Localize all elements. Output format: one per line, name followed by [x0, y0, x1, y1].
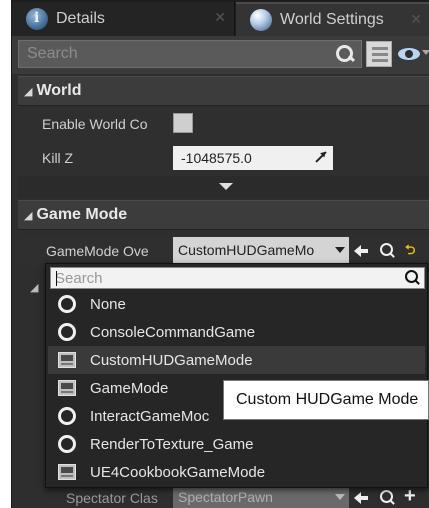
blueprint-icon	[58, 464, 76, 480]
collapse-arrow-icon: ◢	[24, 85, 33, 98]
blueprint-icon	[58, 380, 76, 396]
property-label: Kill Z	[42, 150, 74, 166]
category-game-mode[interactable]: ◢ Game Mode	[18, 200, 429, 230]
tab-details[interactable]: Details ✕	[12, 2, 235, 36]
search-icon[interactable]	[335, 44, 355, 64]
open-asset-icon[interactable]: ⮌	[405, 242, 423, 260]
search-icon[interactable]	[405, 270, 421, 286]
tooltip: Custom HUDGame Mode	[223, 380, 429, 420]
property-label: GameMode Ove	[46, 243, 149, 259]
option-label: ConsoleCommandGame	[90, 323, 256, 341]
expand-advanced-icon[interactable]	[219, 183, 233, 190]
drag-resize-icon[interactable]	[315, 151, 327, 163]
add-icon[interactable]: +	[404, 486, 422, 506]
world-globe-icon	[250, 9, 272, 31]
class-ring-icon	[58, 295, 76, 313]
search-box	[18, 40, 362, 68]
spectator-class-value: SpectatorPawn	[178, 489, 273, 505]
view-options-eye-icon[interactable]	[398, 48, 420, 60]
class-ring-icon	[58, 435, 76, 453]
tab-bar: Details ✕ World Settings ✕	[12, 0, 429, 36]
chevron-down-icon	[335, 247, 345, 253]
browse-search-icon[interactable]	[379, 242, 397, 260]
picker-option-rendertotexture[interactable]: RenderToTexture_Game	[48, 430, 425, 458]
details-info-icon	[26, 8, 48, 30]
picker-option-consolecommandgame[interactable]: ConsoleCommandGame	[48, 318, 425, 346]
tab-world-settings[interactable]: World Settings ✕	[236, 2, 429, 36]
picker-option-ue4cookbookgamemode[interactable]: UE4CookbookGameMode	[48, 458, 425, 486]
chevron-down-icon[interactable]	[422, 50, 429, 55]
option-label: None	[90, 295, 126, 313]
chevron-down-icon	[335, 494, 345, 500]
expand-arrow-icon[interactable]: ◢	[30, 281, 38, 294]
property-label: Enable World Co	[42, 116, 148, 132]
category-world-label: World	[36, 82, 82, 99]
option-label: GameMode	[90, 379, 169, 397]
tab-details-label: Details	[56, 10, 105, 27]
picker-search-box	[50, 267, 425, 289]
property-row-enable-world: Enable World Co	[18, 108, 429, 140]
picker-search-input[interactable]	[51, 268, 391, 288]
search-row	[12, 36, 429, 74]
search-input[interactable]	[19, 41, 319, 67]
spectator-class-combo[interactable]: SpectatorPawn	[173, 486, 349, 508]
class-ring-icon	[58, 407, 76, 425]
option-label: UE4CookbookGameMode	[90, 463, 266, 481]
enable-world-checkbox[interactable]	[173, 113, 193, 133]
close-icon[interactable]: ✕	[410, 11, 422, 28]
close-icon[interactable]: ✕	[214, 9, 226, 26]
category-world[interactable]: ◢ World	[18, 76, 429, 106]
picker-option-none[interactable]: None	[48, 290, 425, 318]
collapse-arrow-icon: ◢	[24, 209, 33, 222]
class-picker-dropdown: None ConsoleCommandGame CustomHUDGameMod…	[45, 263, 428, 488]
option-label: CustomHUDGameMode	[90, 351, 253, 369]
kill-z-field[interactable]: -1048575.0	[173, 146, 333, 170]
class-ring-icon	[58, 323, 76, 341]
kill-z-value: -1048575.0	[181, 150, 252, 166]
category-game-mode-label: Game Mode	[36, 206, 128, 223]
text-cursor	[56, 271, 57, 286]
property-matrix-icon[interactable]	[366, 41, 392, 67]
property-label: Spectator Clas	[66, 490, 158, 506]
blueprint-icon	[58, 352, 76, 368]
option-label: RenderToTexture_Game	[90, 435, 254, 453]
property-row-spectator-class: Spectator Clas SpectatorPawn +	[18, 486, 429, 508]
picker-option-customhudgamemode[interactable]: CustomHUDGameMode	[48, 346, 425, 374]
property-row-kill-z: Kill Z -1048575.0	[18, 142, 429, 174]
property-row-gamemode-override: GameMode Ove CustomHUDGameMo ⮌	[18, 236, 429, 266]
option-label: InteractGameMoc	[90, 407, 210, 425]
advanced-expander[interactable]	[18, 176, 429, 198]
gamemode-override-value: CustomHUDGameMo	[178, 242, 315, 258]
gamemode-override-combo[interactable]: CustomHUDGameMo	[173, 237, 349, 263]
tab-world-settings-label: World Settings	[280, 11, 384, 28]
browse-search-icon[interactable]	[379, 489, 397, 507]
